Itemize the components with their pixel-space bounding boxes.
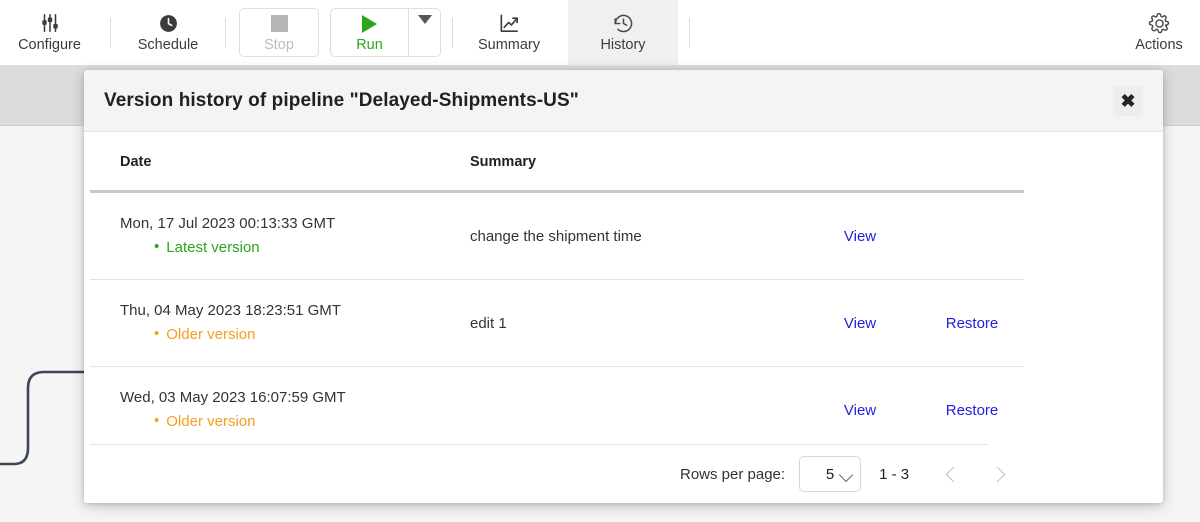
play-triangle-icon <box>362 13 377 35</box>
pagination-range: 1 - 3 <box>879 465 910 483</box>
toolbar-button-summary[interactable]: Summary <box>463 0 555 65</box>
toolbar-button-stop[interactable]: Stop <box>239 8 319 57</box>
table-header-row: Date Summary <box>90 132 1024 193</box>
dialog-title: Version history of pipeline "Delayed-Shi… <box>104 89 579 111</box>
row-version-badge: • Older version <box>154 412 470 432</box>
pagination-bar: Rows per page: 5 1 - 3 <box>84 445 1163 503</box>
column-header-summary: Summary <box>470 132 800 193</box>
column-header-date: Date <box>90 132 470 193</box>
restore-link[interactable]: Restore <box>946 315 999 332</box>
rows-per-page-label: Rows per page: <box>680 465 786 483</box>
version-history-table: Date Summary Mon, 17 Jul 2023 00:13:33 G… <box>90 132 1024 453</box>
toolbar-divider-1 <box>110 18 111 48</box>
gear-icon <box>1148 12 1171 34</box>
row-version-badge: • Latest version <box>154 238 470 258</box>
cell-date: Thu, 04 May 2023 18:23:51 GMT • Older ver… <box>90 279 470 367</box>
cell-summary: change the shipment time <box>470 191 800 280</box>
cell-restore: Restore <box>920 367 1024 454</box>
toolbar-button-run[interactable]: Run <box>331 9 408 56</box>
table-row: Thu, 04 May 2023 18:23:51 GMT • Older ver… <box>90 279 1024 367</box>
cell-view: View <box>800 279 920 367</box>
toolbar-divider-3 <box>452 18 453 48</box>
view-link[interactable]: View <box>844 228 876 245</box>
row-date-text: Mon, 17 Jul 2023 00:13:33 GMT <box>120 214 336 232</box>
cell-summary <box>470 367 800 454</box>
table-header: Date Summary <box>90 132 1024 193</box>
chevron-left-icon <box>945 466 961 482</box>
cell-view: View <box>800 367 920 454</box>
row-version-label: Older version <box>166 413 256 430</box>
view-link[interactable]: View <box>844 402 876 419</box>
bullet-icon: • <box>154 412 160 429</box>
rows-per-page-select[interactable]: 5 <box>799 456 862 492</box>
chevron-right-icon <box>989 466 1005 482</box>
caret-down-icon <box>417 14 432 42</box>
toolbar-label-run: Run <box>356 36 383 53</box>
column-header-view <box>800 132 920 193</box>
application-root: Configure Schedule Stop Run Summary Hist… <box>0 0 1200 522</box>
toolbar-run-group: Run <box>330 8 441 57</box>
table-body: Mon, 17 Jul 2023 00:13:33 GMT • Latest ve… <box>90 191 1024 454</box>
toolbar-button-configure[interactable]: Configure <box>0 0 99 65</box>
cell-date: Mon, 17 Jul 2023 00:13:33 GMT • Latest ve… <box>90 191 470 280</box>
sliders-icon <box>39 12 61 34</box>
toolbar-label-schedule: Schedule <box>137 37 199 54</box>
toolbar-button-actions[interactable]: Actions <box>1118 0 1200 65</box>
toolbar-divider-4 <box>689 18 690 48</box>
row-date-text: Thu, 04 May 2023 18:23:51 GMT <box>120 301 341 319</box>
dialog-body: Date Summary Mon, 17 Jul 2023 00:13:33 G… <box>84 132 1163 503</box>
pagination-next-button[interactable] <box>975 452 1019 496</box>
line-chart-icon <box>498 12 521 34</box>
toolbar-run-dropdown-button[interactable] <box>408 9 440 56</box>
stop-square-icon <box>270 12 288 34</box>
toolbar-label-configure: Configure <box>18 37 81 54</box>
row-version-badge: • Older version <box>154 325 470 345</box>
column-header-restore <box>920 132 1024 193</box>
cell-restore: Restore <box>920 279 1024 367</box>
toolbar-divider-2 <box>225 18 226 48</box>
pagination-prev-button[interactable] <box>931 452 975 496</box>
row-version-label: Older version <box>166 326 256 343</box>
cell-restore <box>920 191 1024 280</box>
dialog-header: Version history of pipeline "Delayed-Shi… <box>84 70 1163 132</box>
toolbar-label-history: History <box>600 37 646 54</box>
chevron-down-icon <box>838 467 854 483</box>
bullet-icon: • <box>154 238 160 255</box>
version-history-dialog: Version history of pipeline "Delayed-Shi… <box>84 70 1163 503</box>
view-link[interactable]: View <box>844 315 876 332</box>
toolbar-label-summary: Summary <box>477 37 541 54</box>
row-version-label: Latest version <box>166 239 260 256</box>
row-date-text: Wed, 03 May 2023 16:07:59 GMT <box>120 388 346 406</box>
cell-summary: edit 1 <box>470 279 800 367</box>
rows-per-page-value: 5 <box>825 465 835 483</box>
cell-view: View <box>800 191 920 280</box>
close-icon[interactable]: ✖ <box>1113 85 1143 116</box>
table-row: Wed, 03 May 2023 16:07:59 GMT • Older ver… <box>90 367 1024 454</box>
main-toolbar: Configure Schedule Stop Run Summary Hist… <box>0 0 1200 66</box>
bullet-icon: • <box>154 325 160 342</box>
toolbar-label-actions: Actions <box>1135 37 1183 54</box>
table-row: Mon, 17 Jul 2023 00:13:33 GMT • Latest ve… <box>90 191 1024 280</box>
history-clock-icon <box>612 12 635 34</box>
toolbar-button-history[interactable]: History <box>568 0 678 65</box>
toolbar-button-schedule[interactable]: Schedule <box>122 0 214 65</box>
cell-date: Wed, 03 May 2023 16:07:59 GMT • Older ver… <box>90 367 470 454</box>
restore-link[interactable]: Restore <box>946 402 999 419</box>
toolbar-label-stop: Stop <box>264 37 294 53</box>
clock-icon <box>158 12 179 34</box>
